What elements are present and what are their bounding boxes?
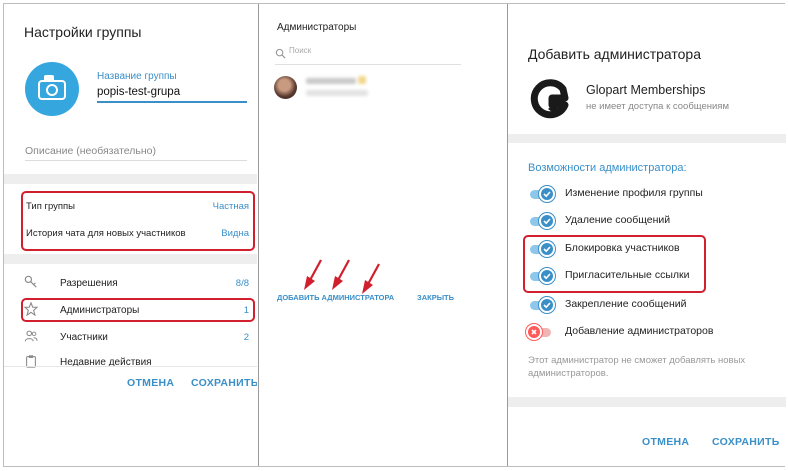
search-input[interactable] — [289, 46, 469, 55]
search-icon — [275, 48, 286, 59]
save-button[interactable]: СОХРАНИТЬ — [191, 377, 257, 389]
set-group-photo-button[interactable] — [25, 62, 79, 116]
cancel-button[interactable]: ОТМЕНА — [642, 436, 689, 448]
camera-lens-icon — [46, 84, 58, 96]
bot-status: не имеет доступа к сообщениям — [586, 101, 729, 112]
avatar — [274, 76, 297, 99]
group-name-input[interactable]: popis-test-grupa — [97, 86, 180, 98]
toggle-on-icon — [539, 213, 555, 229]
screenshot-frame: Настройки группы Название группы popis-t… — [3, 3, 786, 467]
add-admin-button[interactable]: ДОБАВИТЬ АДМИНИСТРАТОРА — [277, 293, 394, 302]
add-admin-panel: Добавить администратора Glopart Membersh… — [507, 4, 786, 466]
section-divider — [508, 134, 786, 143]
bot-name: Glopart Memberships — [586, 83, 706, 97]
description-input[interactable]: Описание (необязательно) — [25, 145, 156, 157]
panel-title: Настройки группы — [24, 24, 142, 40]
group-settings-panel: Настройки группы Название группы popis-t… — [4, 4, 257, 466]
key-icon — [24, 275, 37, 288]
toggle-off-icon — [526, 324, 542, 340]
menu-item-label: Разрешения — [60, 278, 118, 289]
blurred-name — [306, 78, 356, 84]
permission-label: Закрепление сообщений — [565, 298, 687, 310]
highlight-box — [523, 235, 706, 293]
close-button[interactable]: ЗАКРЫТЬ — [417, 293, 454, 302]
cancel-button[interactable]: ОТМЕНА — [127, 377, 174, 389]
section-title: Возможности администратора: — [528, 162, 687, 174]
administrators-panel: Администраторы ДОБАВИТЬ АДМИНИСТРАТОРА З… — [258, 4, 506, 466]
blurred-status — [306, 90, 368, 96]
permission-toggle-edit-profile[interactable]: Изменение профиля группы — [528, 186, 768, 204]
description-underline — [25, 160, 247, 161]
menu-item-label: Участники — [60, 332, 108, 343]
section-divider — [508, 397, 786, 407]
red-arrow-icon — [304, 259, 322, 290]
admin-note: Этот администратор не сможет добавлять н… — [528, 355, 746, 379]
panel-title: Добавить администратора — [528, 46, 702, 62]
highlight-box — [21, 191, 255, 251]
group-name-underline — [97, 101, 247, 103]
section-divider — [4, 254, 257, 264]
panel-title: Администраторы — [277, 22, 357, 33]
glopart-logo-icon — [530, 79, 569, 119]
red-arrow-icon — [332, 259, 350, 290]
save-button[interactable]: СОХРАНИТЬ — [712, 436, 780, 448]
permission-label: Добавление администраторов — [565, 325, 714, 337]
permission-toggle-pin-messages[interactable]: Закрепление сообщений — [528, 297, 768, 315]
toggle-on-icon — [539, 297, 555, 313]
permission-toggle-add-admins[interactable]: Добавление администраторов — [526, 324, 768, 342]
highlight-box — [21, 298, 255, 322]
group-name-label: Название группы — [97, 71, 177, 82]
blurred-badge — [358, 76, 366, 84]
toggle-on-icon — [539, 186, 555, 202]
menu-item-count: 8/8 — [235, 278, 249, 289]
section-divider — [4, 174, 257, 184]
permission-label: Изменение профиля группы — [565, 187, 703, 199]
footer-divider — [4, 366, 257, 367]
menu-item-count: 2 — [243, 332, 249, 343]
permission-toggle-delete-messages[interactable]: Удаление сообщений — [528, 213, 768, 231]
people-icon — [24, 330, 38, 342]
search-underline — [275, 64, 461, 65]
permission-label: Удаление сообщений — [565, 214, 671, 226]
